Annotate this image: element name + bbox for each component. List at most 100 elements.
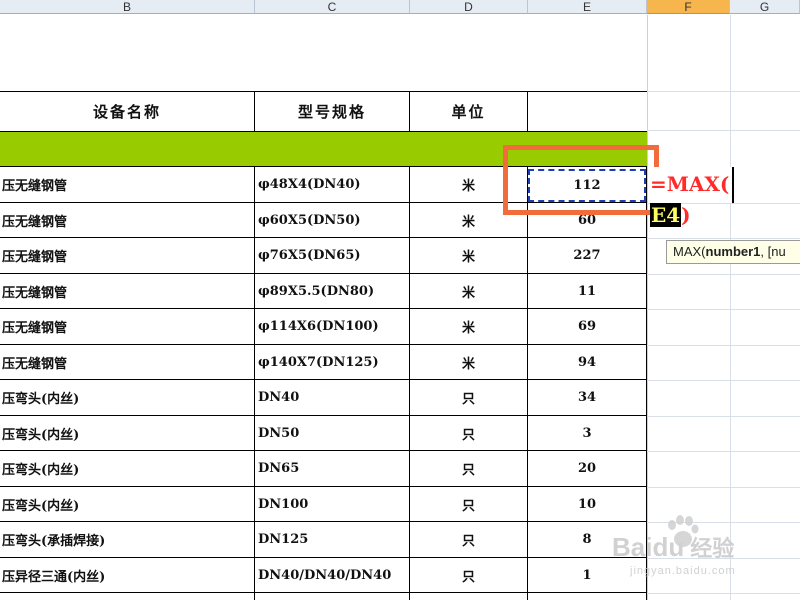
table-border <box>254 166 255 600</box>
cell-name[interactable]: 压无缝钢管 <box>0 274 254 308</box>
cell-qty[interactable]: 11 <box>528 274 646 308</box>
column-letter: F <box>684 0 692 14</box>
cell-spec[interactable]: DN50 <box>256 416 409 450</box>
cell-spec[interactable]: φ48X4(DN40) <box>256 167 409 201</box>
column-letter: B <box>122 0 131 14</box>
cell-qty[interactable]: 94 <box>528 345 646 379</box>
cell-text: 压弯头(内丝) <box>2 498 80 514</box>
cell-unit[interactable]: 只 <box>410 522 527 556</box>
cell-text: 压异径三通(内丝) <box>2 569 106 585</box>
cell-name[interactable]: 压弯头(内丝) <box>0 487 254 521</box>
gridline <box>647 451 800 452</box>
column-header-f[interactable]: F <box>647 0 730 14</box>
cell-text: 米 <box>461 214 475 230</box>
tooltip-rest: , [nu <box>760 244 786 259</box>
cell-text: 11 <box>577 283 597 299</box>
cell-text: 只 <box>461 391 475 407</box>
table-border <box>0 592 647 593</box>
column-header-d[interactable]: D <box>410 0 528 14</box>
cell-unit[interactable]: 米 <box>410 345 527 379</box>
cell-unit[interactable]: 只 <box>410 558 527 592</box>
cell-unit[interactable]: 只 <box>410 380 527 414</box>
cell-name[interactable]: 压无缝钢管 <box>0 238 254 272</box>
header-cell-spec[interactable]: 型号规格 <box>255 92 409 131</box>
cell-name[interactable]: 压弯头(承插焊接) <box>0 522 254 556</box>
header-label: 单位 <box>451 103 486 121</box>
cell-text: 只 <box>461 533 475 549</box>
cell-qty[interactable]: 69 <box>528 309 646 343</box>
cell-unit[interactable]: 只 <box>410 487 527 521</box>
cell-unit[interactable]: 米 <box>410 274 527 308</box>
cell-name[interactable]: 压无缝钢管 <box>0 203 254 237</box>
cell-name[interactable]: 压异径三通(内丝) <box>0 558 254 592</box>
cell-spec[interactable]: φ60X5(DN50) <box>256 203 409 237</box>
gridline <box>647 487 800 488</box>
gridline <box>647 416 800 417</box>
cell-unit[interactable]: 米 <box>410 309 527 343</box>
cell-text: 压弯头(内丝) <box>2 427 80 443</box>
cell-qty[interactable]: 34 <box>528 380 646 414</box>
column-header-g[interactable]: G <box>730 0 800 14</box>
column-header-e[interactable]: E <box>528 0 647 14</box>
cell-spec[interactable]: DN100 <box>256 487 409 521</box>
cell-qty[interactable]: 227 <box>528 238 646 272</box>
table-border <box>0 131 647 132</box>
cell-text: 1 <box>582 567 592 583</box>
cell-spec[interactable]: DN40/DN40/DN40 <box>256 558 409 592</box>
cell-name[interactable]: 压无缝钢管 <box>0 309 254 343</box>
cell-qty[interactable]: 3 <box>528 416 646 450</box>
cell-text: 米 <box>461 320 475 336</box>
cell-text: 压无缝钢管 <box>2 214 68 230</box>
cell-name[interactable]: 压弯头(内丝) <box>0 380 254 414</box>
watermark-url: jingyan.baidu.com <box>630 565 736 577</box>
column-letter: D <box>464 0 473 14</box>
cell-qty[interactable]: 20 <box>528 451 646 485</box>
cell-name[interactable]: 压弯头(内丝) <box>0 451 254 485</box>
cell-text: DN100 <box>258 496 309 512</box>
formula-line-1: =MAX( <box>650 172 729 196</box>
gridline <box>647 309 800 310</box>
header-cell-unit[interactable]: 单位 <box>410 92 527 131</box>
tooltip-arg[interactable]: number1 <box>706 244 761 259</box>
cell-text: 压无缝钢管 <box>2 178 68 194</box>
cell-name[interactable]: 压无缝钢管 <box>0 345 254 379</box>
cell-unit[interactable]: 只 <box>410 416 527 450</box>
cell-text: 压无缝钢管 <box>2 249 68 265</box>
cell-text: 压弯头(内丝) <box>2 391 80 407</box>
cell-unit[interactable]: 只 <box>410 451 527 485</box>
column-letter: C <box>327 0 337 14</box>
gridline <box>647 238 800 239</box>
cell-text: 米 <box>461 178 475 194</box>
cell-unit[interactable]: 米 <box>410 238 527 272</box>
cell-qty[interactable]: 1 <box>528 558 646 592</box>
cell-qty[interactable]: 10 <box>528 487 646 521</box>
cell-text: 米 <box>461 356 475 372</box>
cell-text: 压无缝钢管 <box>2 356 68 372</box>
cell-text: 69 <box>577 318 597 334</box>
cell-spec[interactable]: DN65 <box>256 451 409 485</box>
column-header-c[interactable]: C <box>255 0 410 14</box>
cell-spec[interactable]: DN125 <box>256 522 409 556</box>
column-header-b[interactable]: B <box>0 0 255 14</box>
gridline <box>730 15 731 600</box>
formula-reference: E4 <box>650 203 682 227</box>
cell-text: φ60X5(DN50) <box>258 212 361 228</box>
gridline <box>647 380 800 381</box>
cell-text: 压弯头(承插焊接) <box>2 533 106 549</box>
function-tooltip[interactable]: MAX(number1, [nu <box>666 240 800 264</box>
cell-spec[interactable]: φ140X7(DN125) <box>256 345 409 379</box>
cell-spec[interactable]: φ89X5.5(DN80) <box>256 274 409 308</box>
cell-name[interactable]: 压无缝钢管 <box>0 167 254 201</box>
cell-text: φ89X5.5(DN80) <box>258 283 375 299</box>
table-border <box>527 91 528 131</box>
gridline <box>647 15 648 600</box>
watermark-brand: Bai <box>612 532 653 562</box>
cell-text: 8 <box>582 531 592 547</box>
formula-text: ) <box>681 203 691 227</box>
cell-spec[interactable]: φ114X6(DN100) <box>256 309 409 343</box>
formula-line-2: E4) <box>650 203 691 227</box>
cell-spec[interactable]: φ76X5(DN65) <box>256 238 409 272</box>
cell-spec[interactable]: DN40 <box>256 380 409 414</box>
cell-name[interactable]: 压弯头(内丝) <box>0 416 254 450</box>
header-cell-name[interactable]: 设备名称 <box>0 92 254 131</box>
